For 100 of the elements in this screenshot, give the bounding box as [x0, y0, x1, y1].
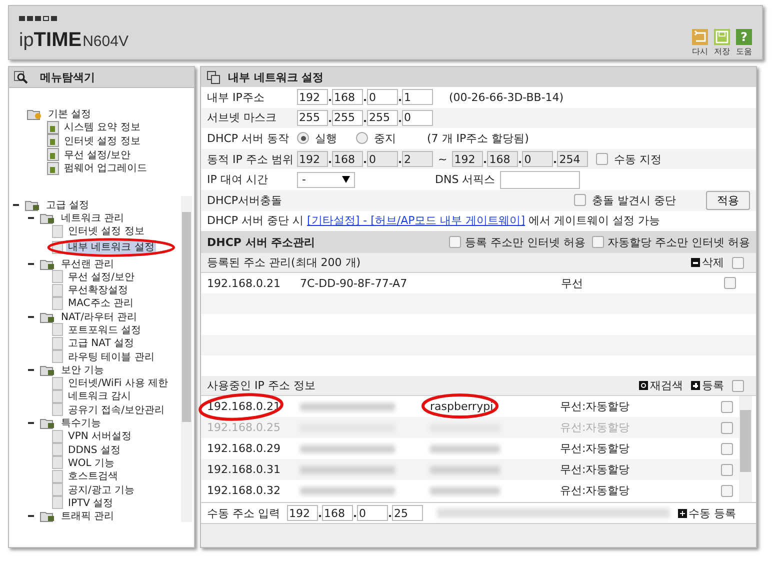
ip-octet-field[interactable]: 0 [402, 110, 433, 126]
checkbox[interactable] [721, 400, 733, 413]
table-cell-text: 무선:자동할당 [560, 441, 631, 456]
tree-item[interactable]: 공지/광고 기능 [66, 482, 137, 497]
select-all-checkbox[interactable] [732, 380, 744, 392]
tree-item[interactable]: 라우팅 테이블 관리 [66, 350, 156, 364]
checkbox[interactable] [724, 277, 736, 290]
tree-item[interactable]: 무선 설정/보안 [66, 270, 137, 284]
checkbox[interactable] [721, 442, 733, 455]
toolbar-button[interactable]: 저장 [714, 29, 730, 57]
ip-octet-field[interactable]: 0 [357, 505, 388, 522]
page-icon [52, 430, 63, 443]
tree-item[interactable]: 네트워크 감시 [66, 389, 134, 404]
status-text: (7 개 IP주소 할당됨) [427, 130, 529, 146]
tree-item[interactable]: 인터넷/WiFi 사용 제한 [66, 376, 170, 390]
radio-label: 실행 [315, 130, 337, 146]
page-icon [47, 148, 59, 162]
tree-item[interactable]: 고급 NAT 설정 [66, 336, 136, 350]
ip-octet-field[interactable]: 1 [402, 89, 433, 106]
table-cell: 무선 [561, 276, 583, 291]
scrollbar[interactable] [181, 196, 192, 522]
tree-item[interactable]: 무선 설정/보안 [62, 148, 133, 162]
checkbox[interactable] [574, 194, 586, 206]
tree-item[interactable]: 인터넷 설정 정보 [62, 134, 142, 148]
tree-item[interactable]: WOL 기능 [66, 456, 117, 470]
minus-icon [691, 258, 700, 268]
ip-octet-field[interactable]: 192 [297, 89, 328, 106]
page-icon [52, 390, 63, 403]
field-label: IP 대여 시간 [207, 172, 269, 188]
tree-group[interactable]: 트래픽 관리 [59, 509, 116, 522]
tree-item[interactable]: 호스트검색 [66, 469, 120, 484]
tree-group[interactable]: 무선랜 관리 [59, 256, 116, 271]
apply-button[interactable]: 적용 [706, 190, 750, 210]
checkbox[interactable] [721, 484, 733, 497]
field-label: 동적 IP 주소 범위 [207, 152, 294, 167]
tree-item[interactable]: 포트포워드 설정 [66, 323, 144, 337]
field-label: 수동 주소 입력 [207, 506, 281, 521]
tree-item[interactable]: 펌웨어 업그레이드 [62, 161, 150, 176]
scrollbar[interactable] [739, 396, 752, 502]
tree-item[interactable]: IPTV 설정 [66, 496, 116, 510]
settings-link[interactable]: [기타설정] - [허브/AP모드 내부 게이트웨이] [307, 214, 526, 228]
checkbox-label: 자동할당 주소만 인터넷 허용 [608, 234, 750, 250]
rescan-button[interactable]: 재검색 [639, 378, 683, 394]
page-icon [52, 443, 63, 456]
tree-group[interactable]: 네트워크 관리 [59, 210, 126, 225]
dns-suffix-field[interactable] [500, 170, 580, 189]
page-icon [52, 496, 63, 510]
blurred-text [430, 444, 500, 453]
checkbox[interactable] [721, 464, 733, 476]
ip-octet-field[interactable]: 255 [297, 110, 328, 126]
tree-item[interactable]: VPN 서버설정 [66, 429, 134, 444]
tree-group[interactable]: 특수기능 [59, 416, 103, 430]
ip-octet-field[interactable]: 255 [332, 110, 363, 126]
field-label: DHCP서버충돌 [207, 192, 284, 208]
lease-time-dropdown[interactable]: - [297, 172, 355, 188]
checkbox[interactable] [449, 236, 461, 248]
ip-octet-field[interactable]: 168 [322, 505, 353, 522]
tree-group[interactable]: 보안 기능 [59, 362, 106, 377]
select-all-checkbox[interactable] [732, 256, 744, 269]
table-cell-text: 192.168.0.21 [207, 276, 282, 290]
tree-item[interactable]: 무선확장설정 [66, 283, 130, 298]
folder-icon [40, 310, 56, 323]
ip-octet-field[interactable]: 192 [287, 505, 318, 522]
tree-item[interactable]: MAC주소 관리 [66, 296, 136, 310]
page-icon [52, 470, 63, 483]
tree-item[interactable]: 시스템 요약 정보 [62, 120, 142, 134]
blurred-text [430, 466, 500, 474]
tree-group[interactable]: 고급 설정 [44, 198, 92, 212]
tree-item[interactable]: 공유기 접속/보안관리 [66, 402, 167, 417]
checkbox[interactable] [592, 236, 604, 248]
ip-octet-field[interactable]: 255 [367, 110, 398, 126]
model-name: N604V [82, 33, 128, 50]
tree-item[interactable]: 인터넷 설정 정보 [66, 224, 146, 238]
ip-octet-field[interactable]: 25 [392, 505, 423, 522]
panel-title: 메뉴탐색기 [40, 70, 95, 84]
folder-icon [27, 108, 43, 120]
checkbox-label: 충돌 발견시 중단 [592, 192, 676, 208]
manual-register-button[interactable]: 수동 등록 [678, 506, 736, 521]
ip-octet-field[interactable]: 0 [367, 89, 398, 106]
toolbar-button[interactable]: ? 도움 [736, 29, 752, 57]
radio-button[interactable] [297, 132, 309, 144]
toolbar-button[interactable]: 다시 [692, 29, 708, 57]
page-icon [52, 350, 63, 364]
tree-group[interactable]: NAT/라우터 관리 [59, 310, 140, 324]
field-label: DNS 서픽스 [435, 172, 496, 188]
search-icon [14, 70, 28, 84]
page-icon [52, 224, 63, 238]
page-icon [47, 134, 59, 148]
radio-button[interactable] [356, 132, 368, 144]
tree-group[interactable]: 기본 설정 [46, 106, 94, 121]
table-cell: raspberrypi [430, 400, 494, 414]
tree-item[interactable]: DDNS 설정 [66, 442, 122, 457]
delete-button[interactable]: 삭제 [691, 255, 724, 270]
register-button[interactable]: 등록 [691, 378, 724, 394]
page-icon [52, 296, 63, 310]
folder-icon [40, 417, 56, 430]
brand-logo: ipTIME [19, 29, 82, 52]
window-icon [207, 70, 220, 84]
ip-octet-field[interactable]: 168 [332, 89, 363, 106]
section-title: DHCP 서버 주소관리 [207, 234, 316, 250]
